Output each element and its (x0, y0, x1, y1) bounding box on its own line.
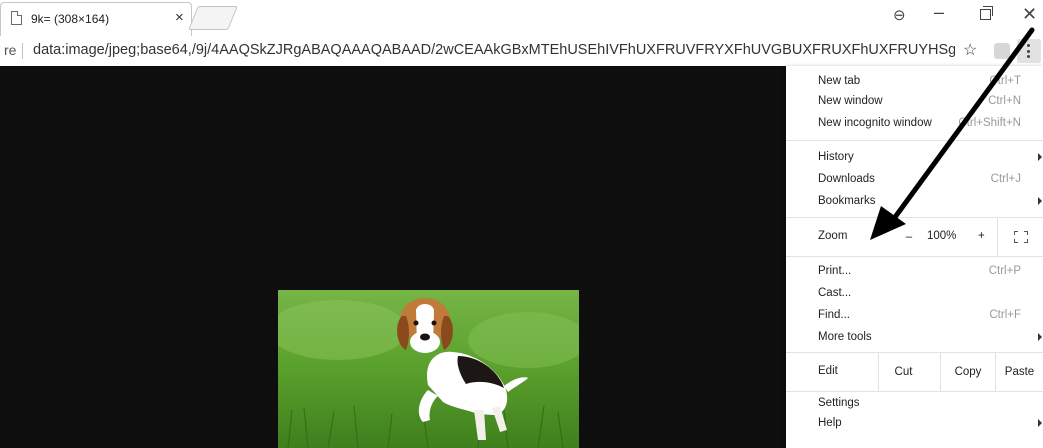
puppy-image (278, 290, 579, 448)
menu-separator (786, 256, 1043, 257)
menu-item-downloads[interactable]: Downloads Ctrl+J (786, 170, 1043, 190)
menu-item-more-tools[interactable]: More tools (786, 328, 1043, 348)
menu-item-shortcut: Ctrl+J (990, 173, 1021, 185)
submenu-arrow-icon (1038, 153, 1042, 161)
menu-item-new-tab[interactable]: New tab Ctrl+T (786, 72, 1043, 92)
paste-button[interactable]: Paste (995, 353, 1043, 391)
close-window-button[interactable]: ✕ (1022, 5, 1037, 23)
menu-item-label: Find... (818, 309, 850, 321)
copy-button[interactable]: Copy (940, 353, 995, 391)
menu-item-new-incognito-window[interactable]: New incognito window Ctrl+Shift+N (786, 114, 1043, 134)
restore-button[interactable] (980, 6, 993, 20)
menu-item-help[interactable]: Help (786, 414, 1043, 434)
kebab-menu-icon[interactable] (1017, 39, 1041, 63)
zoom-in-button[interactable]: + (978, 230, 985, 242)
menu-item-label: Print... (818, 265, 852, 277)
menu-item-label: New window (818, 95, 883, 107)
menu-item-label: More tools (818, 331, 872, 343)
menu-item-label: Settings (818, 397, 860, 409)
zoom-level: 100% (927, 230, 957, 242)
menu-item-label: Downloads (818, 173, 875, 185)
cut-button[interactable]: Cut (878, 353, 928, 391)
menu-item-find[interactable]: Find... Ctrl+F (786, 306, 1043, 326)
menu-item-label: New tab (818, 75, 861, 87)
browser-toolbar: re data:image/jpeg;base64,/9j/4AAQSkZJRg… (0, 36, 1043, 66)
zoom-label: Zoom (818, 230, 848, 242)
minimize-button[interactable]: – (934, 3, 944, 21)
menu-item-settings[interactable]: Settings (786, 394, 1043, 414)
address-bar[interactable]: data:image/jpeg;base64,/9j/4AAQSkZJRgABA… (33, 42, 955, 58)
omnibox-divider (22, 43, 23, 59)
menu-item-label: History (818, 151, 854, 163)
menu-item-new-window[interactable]: New window Ctrl+N (786, 92, 1043, 112)
browser-tab[interactable]: 9k= (308×164) × (0, 2, 192, 36)
menu-item-bookmarks[interactable]: Bookmarks (786, 192, 1043, 212)
menu-item-history[interactable]: History (786, 148, 1043, 168)
menu-item-label: New incognito window (818, 117, 932, 129)
submenu-arrow-icon (1038, 333, 1042, 341)
star-icon[interactable]: ☆ (963, 40, 977, 60)
page-icon (11, 11, 22, 25)
menu-item-label: Bookmarks (818, 195, 876, 207)
submenu-arrow-icon (1038, 197, 1042, 205)
submenu-arrow-icon (1038, 419, 1042, 427)
tab-close-icon[interactable]: × (175, 10, 184, 25)
menu-edit-row: Edit Cut Copy Paste (786, 353, 1043, 391)
chrome-menu: New tab Ctrl+T New window Ctrl+N New inc… (786, 66, 1043, 448)
menu-zoom-row: Zoom – 100% + (786, 218, 1043, 256)
menu-item-label: Help (818, 417, 842, 429)
menu-item-shortcut: Ctrl+F (989, 309, 1021, 321)
edit-label: Edit (818, 365, 838, 377)
tab-strip: 9k= (308×164) × ⊖ – ✕ (0, 0, 1043, 36)
menu-item-shortcut: Ctrl+P (988, 265, 1021, 277)
menu-item-shortcut: Ctrl+Shift+N (958, 117, 1021, 129)
fullscreen-icon[interactable] (997, 218, 1043, 256)
menu-separator (786, 391, 1043, 392)
tab-title: 9k= (308×164) (31, 12, 110, 26)
menu-item-shortcut: Ctrl+N (988, 95, 1021, 107)
menu-separator (786, 140, 1043, 141)
profile-icon[interactable]: ⊖ (893, 8, 906, 23)
menu-item-print[interactable]: Print... Ctrl+P (786, 262, 1043, 282)
menu-item-label: Cast... (818, 287, 852, 299)
menu-item-shortcut: Ctrl+T (989, 75, 1021, 87)
new-tab-button[interactable] (188, 6, 238, 30)
menu-item-cast[interactable]: Cast... (786, 284, 1043, 304)
extension-icon[interactable] (994, 43, 1010, 59)
omnibox-left-fragment: re (4, 42, 17, 58)
